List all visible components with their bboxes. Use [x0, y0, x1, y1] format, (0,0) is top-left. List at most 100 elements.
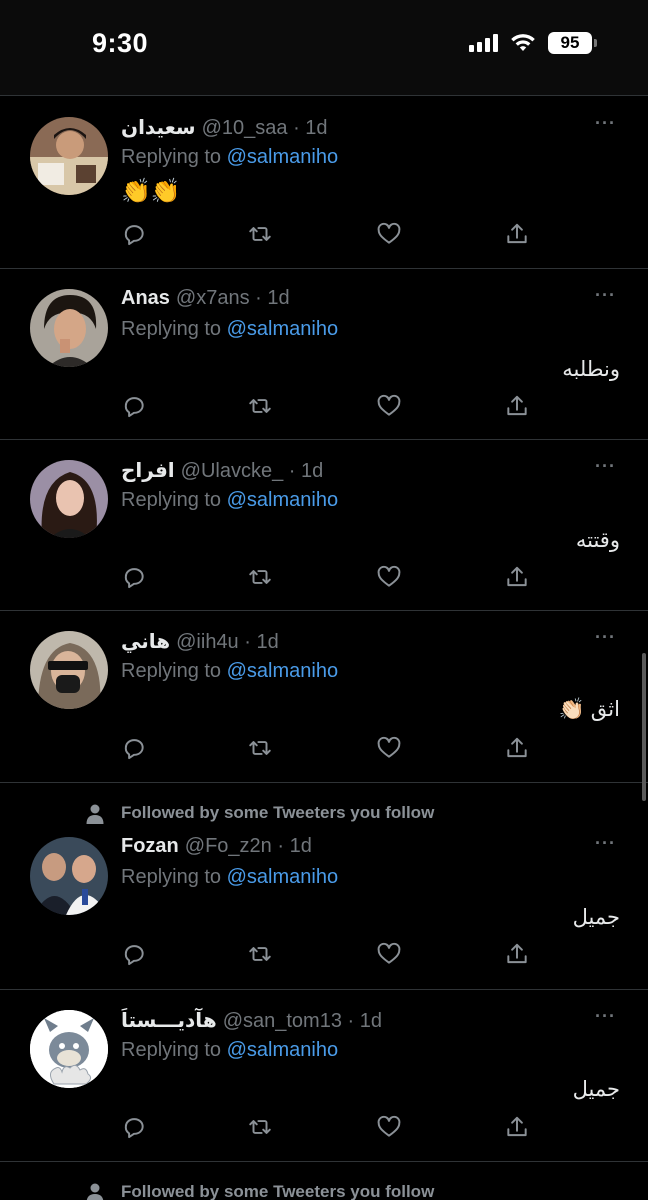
tweet[interactable]: هاني @iih4u · 1d ··· Replying to @salman…: [0, 611, 648, 783]
signal-icon: [469, 34, 498, 52]
status-time: 9:30: [92, 28, 149, 58]
tweet-header: سعيدان @10_saa · 1d: [121, 115, 328, 140]
tweet-actions: [121, 735, 531, 765]
like-icon[interactable]: [376, 393, 406, 423]
like-icon[interactable]: [376, 564, 406, 594]
avatar[interactable]: [30, 460, 108, 538]
more-icon[interactable]: ···: [595, 833, 616, 854]
display-name[interactable]: سعيدان: [121, 115, 196, 140]
display-name[interactable]: هآديـــستاَ: [121, 1008, 217, 1033]
retweet-icon[interactable]: [247, 393, 277, 423]
handle-time[interactable]: @san_tom13 · 1d: [223, 1010, 382, 1033]
tweet-actions: [121, 393, 531, 423]
tweet-header: Anas @x7ans · 1d: [121, 287, 290, 310]
retweet-icon[interactable]: [247, 221, 277, 251]
tweet-text: اثق 👏🏻: [558, 698, 620, 721]
tweet[interactable]: هآديـــستاَ @san_tom13 · 1d ··· Replying…: [0, 990, 648, 1162]
share-icon[interactable]: [504, 735, 534, 765]
retweet-icon[interactable]: [247, 1114, 277, 1144]
replying-to: Replying to @salmaniho: [121, 489, 338, 512]
handle-time[interactable]: @10_saa · 1d: [202, 117, 328, 140]
tweet-header: هاني @iih4u · 1d: [121, 629, 279, 654]
replying-to: Replying to @salmaniho: [121, 146, 338, 169]
social-context: Followed by some Tweeters you follow: [84, 1182, 434, 1200]
share-icon[interactable]: [504, 221, 534, 251]
retweet-icon[interactable]: [247, 941, 277, 971]
replying-to: Replying to @salmaniho: [121, 660, 338, 683]
mention-link[interactable]: @salmaniho: [227, 318, 338, 340]
wifi-icon: [511, 34, 535, 51]
avatar[interactable]: [30, 117, 108, 195]
tweet[interactable]: افراح @Ulavcke_ · 1d ··· Replying to @sa…: [0, 440, 648, 611]
mention-link[interactable]: @salmaniho: [227, 1039, 338, 1061]
tweet-actions: [121, 941, 531, 971]
replying-to-label: Replying to: [121, 146, 227, 168]
social-context-text: Followed by some Tweeters you follow: [121, 1182, 435, 1200]
battery-icon: 95: [548, 32, 597, 54]
mention-link[interactable]: @salmaniho: [227, 660, 338, 682]
social-context-text: Followed by some Tweeters you follow: [121, 803, 435, 822]
reply-icon[interactable]: [121, 564, 151, 594]
tweet-header: هآديـــستاَ @san_tom13 · 1d: [121, 1008, 382, 1033]
more-icon[interactable]: ···: [595, 285, 616, 306]
reply-icon[interactable]: [121, 1114, 151, 1144]
tweet-actions: [121, 564, 531, 594]
display-name[interactable]: افراح: [121, 458, 175, 483]
more-icon[interactable]: ···: [595, 1006, 616, 1027]
tweet-text: وقتته: [575, 529, 620, 552]
handle-time[interactable]: @Fo_z2n · 1d: [185, 835, 312, 858]
reply-icon[interactable]: [121, 941, 151, 971]
replying-to-label: Replying to: [121, 660, 227, 682]
person-icon: [86, 804, 104, 824]
tweet[interactable]: سعيدان @10_saa · 1d ··· Replying to @sal…: [0, 97, 648, 269]
share-icon[interactable]: [504, 941, 534, 971]
reply-icon[interactable]: [121, 221, 151, 251]
mention-link[interactable]: @salmaniho: [227, 866, 338, 888]
share-icon[interactable]: [504, 1114, 534, 1144]
avatar[interactable]: [30, 1010, 108, 1088]
reply-icon[interactable]: [121, 735, 151, 765]
scrollbar[interactable]: [642, 653, 646, 801]
like-icon[interactable]: [376, 941, 406, 971]
tweet[interactable]: Anas @x7ans · 1d ··· Replying to @salman…: [0, 269, 648, 440]
retweet-icon[interactable]: [247, 564, 277, 594]
tweet[interactable]: Followed by some Tweeters you follow: [0, 1162, 648, 1200]
mention-link[interactable]: @salmaniho: [227, 146, 338, 168]
tweet-text: جميل: [572, 1078, 620, 1101]
display-name[interactable]: Fozan: [121, 835, 179, 858]
reply-feed[interactable]: سعيدان @10_saa · 1d ··· Replying to @sal…: [0, 97, 648, 1200]
replying-to-label: Replying to: [121, 489, 227, 511]
replying-to-label: Replying to: [121, 1039, 227, 1061]
display-name[interactable]: Anas: [121, 287, 170, 310]
mention-link[interactable]: @salmaniho: [227, 489, 338, 511]
handle-time[interactable]: @Ulavcke_ · 1d: [181, 460, 324, 483]
share-icon[interactable]: [504, 393, 534, 423]
like-icon[interactable]: [376, 1114, 406, 1144]
handle-time[interactable]: @x7ans · 1d: [176, 287, 290, 310]
more-icon[interactable]: ···: [595, 456, 616, 477]
tweet-text: 👏👏: [121, 178, 181, 205]
avatar[interactable]: [30, 631, 108, 709]
more-icon[interactable]: ···: [595, 627, 616, 648]
avatar[interactable]: [30, 289, 108, 367]
battery-level: 95: [560, 33, 580, 52]
tweet-header: افراح @Ulavcke_ · 1d: [121, 458, 323, 483]
like-icon[interactable]: [376, 735, 406, 765]
share-icon[interactable]: [504, 564, 534, 594]
avatar[interactable]: [30, 837, 108, 915]
replying-to-label: Replying to: [121, 318, 227, 340]
tweet[interactable]: Followed by some Tweeters you follow Foz…: [0, 783, 648, 990]
like-icon[interactable]: [376, 221, 406, 251]
status-bar: 9:30 95: [0, 0, 648, 96]
person-icon: [86, 1183, 104, 1200]
replying-to: Replying to @salmaniho: [121, 866, 338, 889]
tweet-text: جميل: [572, 906, 620, 929]
replying-to: Replying to @salmaniho: [121, 1039, 338, 1062]
handle-time[interactable]: @iih4u · 1d: [176, 631, 279, 654]
display-name[interactable]: هاني: [121, 629, 170, 654]
reply-icon[interactable]: [121, 393, 151, 423]
retweet-icon[interactable]: [247, 735, 277, 765]
social-context: Followed by some Tweeters you follow: [84, 803, 435, 824]
replying-to: Replying to @salmaniho: [121, 318, 338, 341]
more-icon[interactable]: ···: [595, 113, 616, 134]
